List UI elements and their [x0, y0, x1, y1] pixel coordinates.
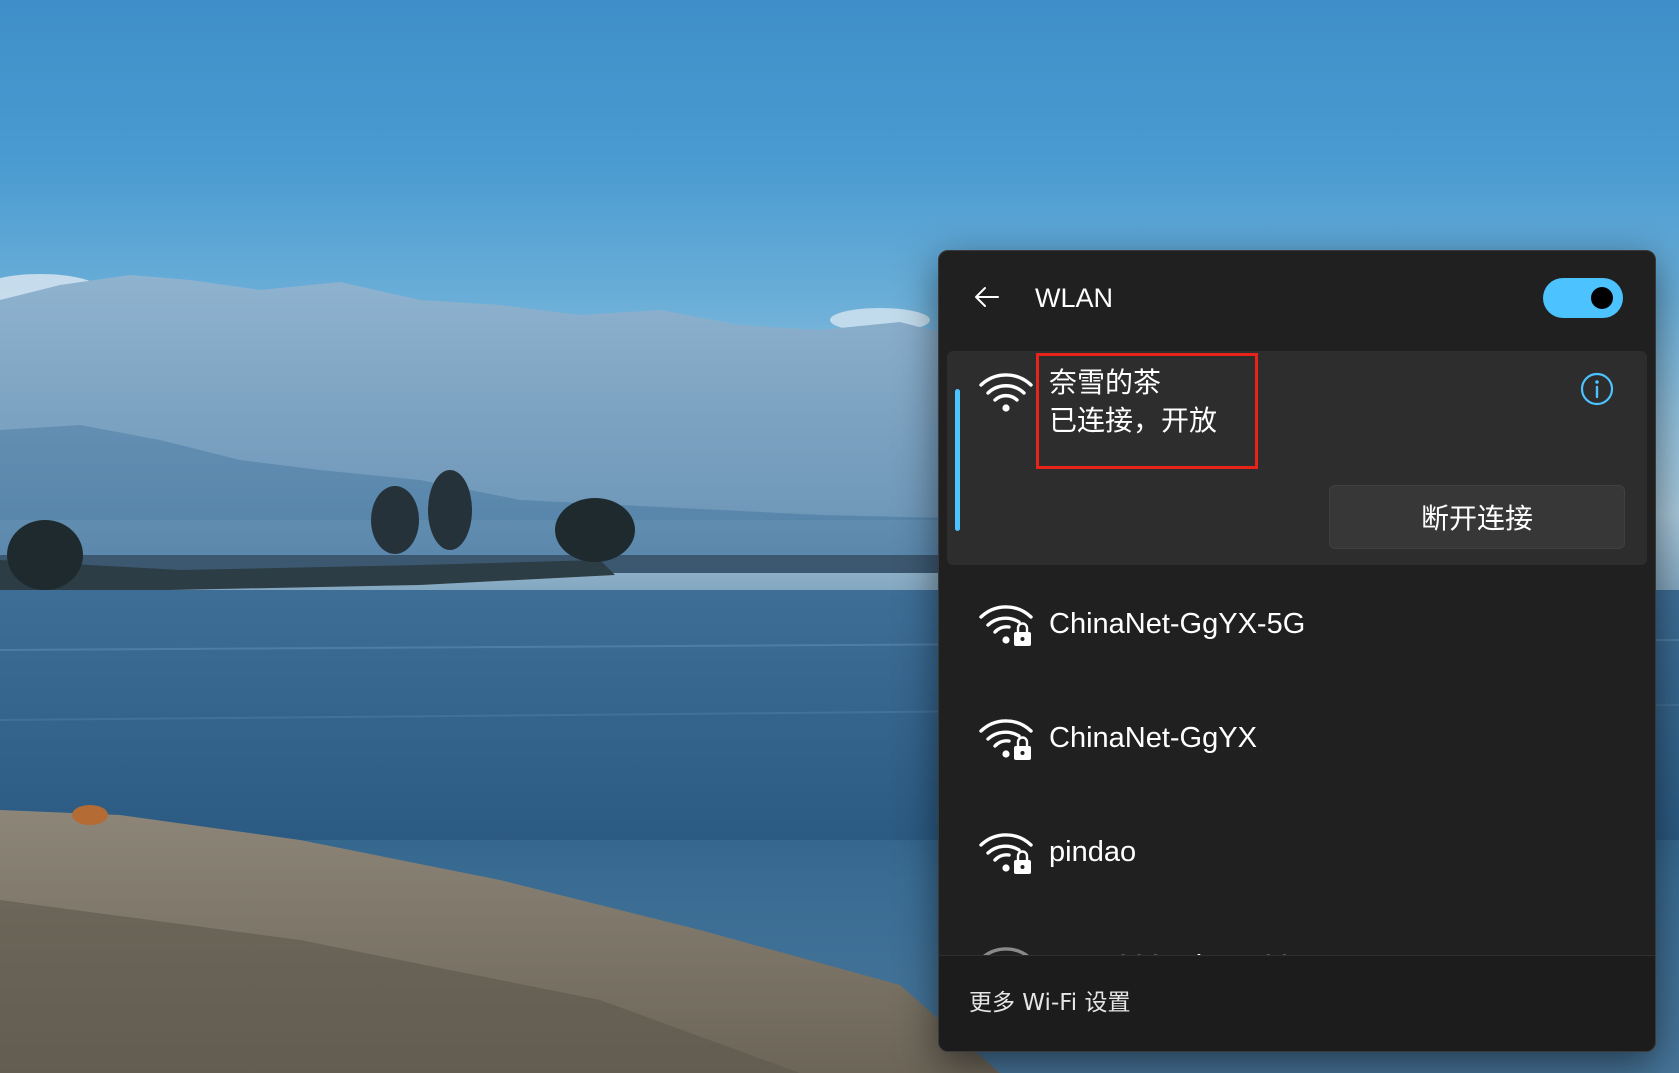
wifi-secured-icon: [979, 605, 1033, 646]
network-name: ChinaNet-GgYX: [1049, 722, 1257, 754]
panel-footer: 更多 Wi-Fi 设置: [939, 955, 1655, 1051]
network-item[interactable]: ChinaNet-GgYX: [947, 683, 1647, 797]
wifi-weak-icon: [983, 947, 1029, 955]
network-item[interactable]: ChinaNet-GgYX-5G: [947, 569, 1647, 683]
network-item[interactable]: pindao: [947, 797, 1647, 911]
wifi-connected-icon: [979, 373, 1033, 412]
selection-indicator: [955, 389, 960, 531]
info-icon: [1580, 372, 1614, 406]
network-name: LK_c83255b555935: [1049, 947, 1309, 955]
network-list[interactable]: 奈雪的茶 已连接，开放 断开连接 ChinaNet-GgYX-5G ChinaN…: [939, 347, 1655, 955]
network-name: pindao: [1049, 836, 1137, 868]
panel-title: WLAN: [1035, 283, 1114, 313]
connected-network-card[interactable]: 奈雪的茶 已连接，开放 断开连接: [947, 351, 1647, 565]
disconnect-button[interactable]: 断开连接: [1329, 485, 1625, 549]
annotation-highlight-box: [1036, 353, 1258, 469]
network-name: ChinaNet-GgYX-5G: [1049, 608, 1306, 640]
wlan-header: WLAN: [939, 251, 1655, 347]
wifi-secured-icon: [979, 833, 1033, 874]
network-item[interactable]: LK_c83255b555935: [947, 911, 1647, 955]
wlan-toggle[interactable]: [1543, 278, 1623, 318]
network-properties-button[interactable]: [1577, 369, 1617, 409]
wlan-flyout: WLAN 奈雪的茶 已连接，开放 断开连接 ChinaNet-GgYX-5G C…: [938, 250, 1656, 1052]
toggle-knob: [1591, 287, 1613, 309]
back-arrow-icon: [975, 287, 999, 307]
back-button[interactable]: [965, 275, 1009, 319]
wifi-secured-icon: [979, 719, 1033, 760]
more-wifi-settings-link[interactable]: 更多 Wi-Fi 设置: [969, 988, 1131, 1018]
